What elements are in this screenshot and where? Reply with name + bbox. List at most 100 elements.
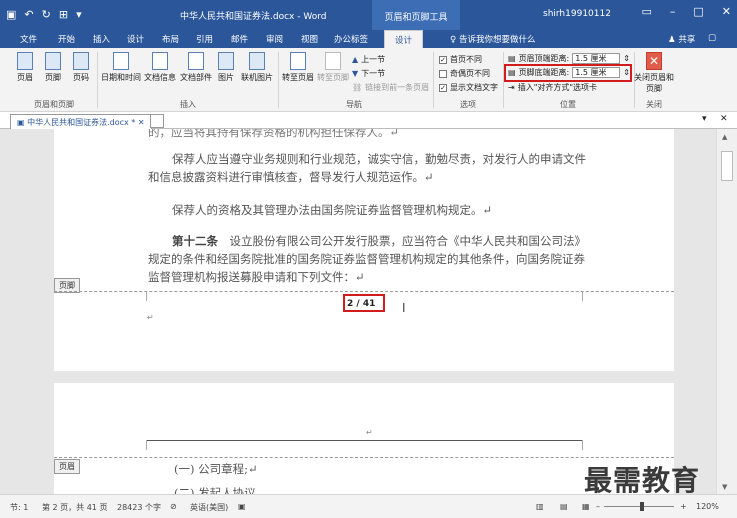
tab-design[interactable]: 设计 [127,33,144,45]
share-label: 共享 [678,35,696,45]
group-separator [278,52,279,108]
section-indicator[interactable]: 节: 1 [10,502,28,513]
list-item[interactable]: (二) 发起人协议 [174,484,614,494]
paragraph-article-12[interactable]: 第十二条 设立股份有限公司公开发行股票，应当符合《中华人民共和国公司法》规定的条… [148,232,588,286]
read-mode-icon[interactable]: ▥ [536,502,544,511]
tab-insert[interactable]: 插入 [93,33,110,45]
tab-review[interactable]: 审阅 [266,33,283,45]
tab-hf-design[interactable]: 设计 [384,30,424,48]
online-picture-label: 联机图片 [241,73,273,82]
maximize-button[interactable]: □ [693,5,703,18]
comment-icon[interactable]: ▢ [708,33,716,43]
page-indicator[interactable]: 第 2 页，共 41 页 [42,502,107,513]
group-label-header-footer: 页眉和页脚 [34,100,74,109]
calendar-icon [113,52,129,70]
doc-info-button[interactable]: 文档信息 [143,52,177,83]
quick-parts-button[interactable]: 文档部件 [179,52,213,83]
touch-mode-icon[interactable]: ⊞ [59,8,68,21]
language-indicator[interactable]: 英语(美国) [190,502,228,513]
new-tab-button[interactable] [150,114,164,128]
group-label-navigation: 导航 [346,100,362,109]
link-to-previous-button[interactable]: ⛓ 链接到前一条页眉 [352,82,429,93]
zoom-slider[interactable] [604,506,674,507]
ribbon-display-icon[interactable]: ▭ [641,5,651,18]
document-tab[interactable]: ▣ 中华人民共和国证券法.docx * ✕ [10,114,152,129]
proofing-icon[interactable]: ⊘ [170,502,177,511]
previous-section-button[interactable]: ▲ 上一节 [352,54,385,65]
header-distance-icon: ▤ [508,54,516,63]
checkbox-checked: ✓ [439,83,447,92]
document-canvas[interactable]: 的，应当将其持有保荐资格的机构担任保荐人。↵ 保荐人应当遵守业务规则和行业规范，… [0,129,716,494]
tell-me-search[interactable]: ♀ 告诉我你想要做什么 [450,33,535,45]
date-time-button[interactable]: 日期和时间 [101,52,141,83]
online-picture-button[interactable]: 联机图片 [239,52,275,83]
goto-header-button[interactable]: 转至页眉 [281,52,315,83]
footer-button-label: 页脚 [45,73,61,82]
quick-access-toolbar: ▣ ↶ ↻ ⊞ ▾ [6,8,82,21]
print-layout-icon[interactable]: ▤ [560,502,568,511]
spin-arrows-icon[interactable]: ⇕ [623,54,630,63]
zoom-level[interactable]: 120% [696,502,719,511]
header-border-line [146,440,582,441]
close-header-footer-button[interactable]: ✕ 关闭页眉和页脚 [633,52,675,94]
tab-list-icon[interactable]: ▾ [702,114,707,124]
header-distance-input[interactable]: 1.5 厘米 [572,53,621,64]
customize-qat-icon[interactable]: ▾ [76,8,82,21]
footer-button[interactable]: 页脚 [42,52,64,83]
close-button[interactable]: ✕ [722,5,731,18]
tab-view[interactable]: 视图 [301,33,318,45]
page-3[interactable]: ↵ 页眉 (一) 公司章程;↵ (二) 发起人协议 [54,383,674,494]
show-document-text-checkbox[interactable]: ✓ 显示文档文字 [439,82,498,93]
scroll-thumb[interactable] [721,151,733,181]
insert-align-tab-button[interactable]: ⇥ 插入"对齐方式"选项卡 [508,82,597,93]
tab-file[interactable]: 文件 [20,33,37,45]
header-button[interactable]: 页眉 [14,52,36,83]
redo-icon[interactable]: ↻ [42,8,51,21]
header-boundary [54,457,674,458]
document-tab-strip: ▣ 中华人民共和国证券法.docx * ✕ ▾ ✕ [0,112,737,129]
share-button[interactable]: ♟ 共享 [668,33,695,45]
zoom-out-icon[interactable]: – [596,502,600,511]
scroll-up-icon[interactable]: ▲ [722,133,727,141]
highlight-box [343,294,385,312]
macro-record-icon[interactable]: ▣ [238,502,246,511]
scroll-down-icon[interactable]: ▼ [722,483,727,491]
tab-close-icon[interactable]: ✕ [138,118,145,127]
goto-header-icon [290,52,306,70]
quick-parts-label: 文档部件 [180,73,212,82]
header-distance-row: ▤ 页眉顶端距离: 1.5 厘米 ⇕ [508,53,630,64]
zoom-in-icon[interactable]: + [680,502,687,511]
different-odd-even-checkbox[interactable]: 奇偶页不同 [439,68,490,79]
tab-mailings[interactable]: 邮件 [231,33,248,45]
page-number-icon [73,52,89,70]
different-first-page-checkbox[interactable]: ✓ 首页不同 [439,54,482,65]
zoom-slider-knob[interactable] [640,502,644,511]
tab-home[interactable]: 开始 [58,33,75,45]
picture-icon [218,52,234,70]
tab-close-all-icon[interactable]: ✕ [720,114,728,124]
picture-button[interactable]: 图片 [215,52,237,83]
user-name[interactable]: shirh19910112 [543,9,611,19]
undo-icon[interactable]: ↶ [24,8,33,21]
different-odd-even-label: 奇偶页不同 [450,69,490,78]
tab-office-tab[interactable]: 办公标签 [334,33,368,45]
page-number-button[interactable]: 页码 [70,52,92,83]
vertical-scrollbar[interactable]: ▲ ▼ [716,129,737,494]
paragraph[interactable]: 保荐人应当遵守业务规则和行业规范，诚实守信，勤勉尽责，对发行人的申请文件和信息披… [148,150,588,186]
word-count[interactable]: 28423 个字 [117,502,161,513]
paragraph-partial[interactable]: 的，应当将其持有保荐资格的机构担任保荐人。↵ [148,129,588,141]
up-arrow-icon: ▲ [352,55,359,64]
list-item[interactable]: (一) 公司章程;↵ [174,460,614,478]
next-section-button[interactable]: ▼ 下一节 [352,68,385,79]
minimize-button[interactable]: – [670,5,676,18]
web-layout-icon[interactable]: ▦ [582,502,590,511]
tab-layout[interactable]: 布局 [162,33,179,45]
insert-align-tab-label: 插入"对齐方式"选项卡 [517,83,598,92]
tab-references[interactable]: 引用 [196,33,213,45]
goto-footer-button[interactable]: 转至页脚 [316,52,350,83]
group-label-insert: 插入 [180,100,196,109]
page-2[interactable]: 的，应当将其持有保荐资格的机构担任保荐人。↵ 保荐人应当遵守业务规则和行业规范，… [54,129,674,371]
save-icon[interactable]: ▣ [6,8,16,21]
paragraph[interactable]: 保荐人的资格及其管理办法由国务院证券监督管理机构规定。↵ [148,201,588,219]
previous-section-label: 上一节 [361,55,386,64]
